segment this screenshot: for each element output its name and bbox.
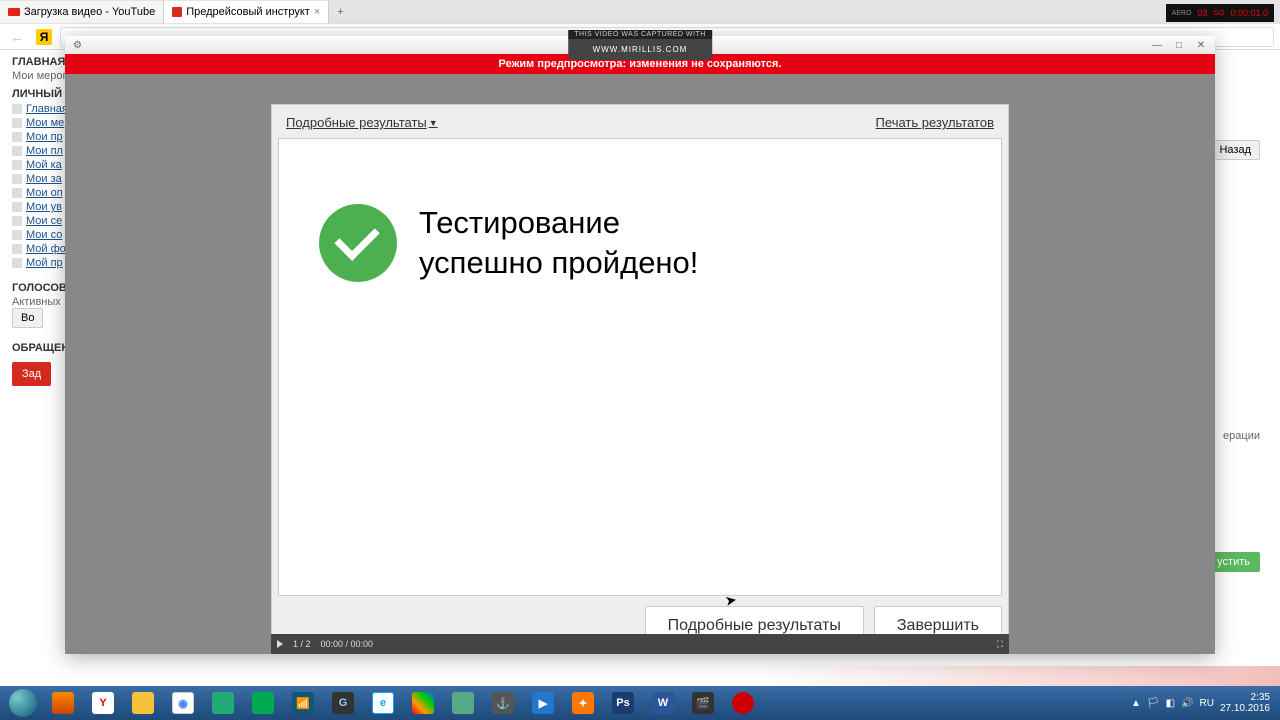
taskbar-app[interactable]: ▶ (524, 689, 562, 717)
panel-header: Подробные результаты ▼ Печать результато… (278, 111, 1002, 138)
taskbar-app[interactable] (404, 689, 442, 717)
launch-button[interactable]: устить (1207, 552, 1260, 572)
tab-label: Предрейсовый инструкт (186, 6, 310, 18)
fullscreen-icon[interactable]: ⛶ (997, 639, 1003, 650)
capture-brand: WWW.MIRILLIS.COM (568, 39, 712, 60)
checkmark-icon (319, 204, 397, 282)
bullet-icon (12, 202, 22, 212)
bullet-icon (12, 230, 22, 240)
rec-time: 0:00:01.0 (1230, 8, 1268, 18)
language-indicator[interactable]: RU (1199, 698, 1213, 709)
bullet-icon (12, 188, 22, 198)
tab-youtube[interactable]: Загрузка видео - YouTube (0, 1, 164, 23)
taskbar-app[interactable]: Ps (604, 689, 642, 717)
system-tray[interactable]: ▲ 🏳 ◧ 🔊 RU 2:35 27.10.2016 (1131, 692, 1276, 714)
taskbar-app[interactable]: 📶 (284, 689, 322, 717)
clock[interactable]: 2:35 27.10.2016 (1220, 692, 1270, 714)
back-arrow-icon[interactable]: ← (6, 29, 28, 45)
youtube-icon (8, 8, 20, 16)
bullet-icon (12, 104, 22, 114)
play-icon[interactable] (277, 640, 283, 648)
slide-position: 1 / 2 (293, 639, 311, 649)
new-tab-button[interactable]: + (329, 6, 351, 18)
capture-text: THIS VIDEO WAS CAPTURED WITH (568, 30, 712, 39)
volume-icon[interactable]: 🔊 (1181, 698, 1193, 709)
bullet-icon (12, 146, 22, 156)
vote-button[interactable]: Во (12, 308, 43, 328)
bullet-icon (12, 160, 22, 170)
taskbar-app[interactable] (244, 689, 282, 717)
taskbar-app[interactable] (444, 689, 482, 717)
taskbar-app[interactable] (124, 689, 162, 717)
close-icon[interactable]: ✕ (1191, 39, 1211, 51)
ops-text: ерации (1223, 430, 1260, 442)
tab-instruction[interactable]: Предрейсовый инструкт × (164, 1, 329, 23)
taskbar-app[interactable]: W (644, 689, 682, 717)
taskbar-app[interactable]: G (324, 689, 362, 717)
taskbar-app[interactable]: 🎬 (684, 689, 722, 717)
tray-icon[interactable]: ◧ (1166, 698, 1175, 709)
recorder-overlay: AERO 03 GO 0:00:01.0 (1166, 4, 1274, 22)
taskbar-app[interactable]: ⚓ (484, 689, 522, 717)
taskbar[interactable]: Y ◉ 📶 G e ⚓ ▶ ✦ Ps W 🎬 ▲ 🏳 ◧ 🔊 RU 2:35 2… (0, 686, 1280, 720)
taskbar-app[interactable]: ✦ (564, 689, 602, 717)
bullet-icon (12, 132, 22, 142)
taskbar-app[interactable] (204, 689, 242, 717)
close-icon[interactable]: × (314, 6, 320, 18)
result-panel: Подробные результаты ▼ Печать результато… (271, 104, 1009, 653)
print-results-link[interactable]: Печать результатов (876, 115, 994, 130)
maximize-icon[interactable]: □ (1169, 39, 1189, 51)
modal-body: Подробные результаты ▼ Печать результато… (65, 74, 1215, 654)
taskbar-app[interactable]: Y (84, 689, 122, 717)
cursor-icon: ➤ (724, 591, 739, 610)
bullet-icon (12, 118, 22, 128)
footer-stripe (0, 666, 1280, 686)
test-result-modal: ⚙ — □ ✕ Режим предпросмотра: изменения н… (65, 36, 1215, 654)
rec-go: GO (1214, 10, 1225, 17)
taskbar-app[interactable] (44, 689, 82, 717)
minimize-icon[interactable]: — (1147, 39, 1167, 51)
browser-tab-strip: Загрузка видео - YouTube Предрейсовый ин… (0, 0, 1280, 24)
time-display: 00:00 / 00:00 (321, 639, 374, 649)
chevron-down-icon: ▼ (429, 118, 438, 128)
details-dropdown[interactable]: Подробные результаты ▼ (286, 115, 438, 130)
rzd-icon (172, 7, 182, 17)
rec-label: AERO (1172, 10, 1192, 17)
taskbar-app[interactable]: e (364, 689, 402, 717)
bullet-icon (12, 244, 22, 254)
tray-expand-icon[interactable]: ▲ (1131, 698, 1141, 709)
media-player-bar[interactable]: 1 / 2 00:00 / 00:00 ⛶ (271, 634, 1009, 654)
tab-label: Загрузка видео - YouTube (24, 6, 155, 18)
capture-watermark: THIS VIDEO WAS CAPTURED WITH WWW.MIRILLI… (568, 30, 712, 60)
taskbar-app[interactable] (724, 689, 762, 717)
appeal-button[interactable]: Зад (12, 362, 51, 386)
back-button[interactable]: Назад (1210, 140, 1260, 160)
rec-fps: 03 (1198, 8, 1208, 18)
bullet-icon (12, 216, 22, 226)
taskbar-app[interactable]: ◉ (164, 689, 202, 717)
right-controls: Назад ерации устить устить Назад (1207, 140, 1260, 686)
yandex-icon[interactable]: Я (36, 29, 52, 45)
bullet-icon (12, 174, 22, 184)
result-message: Тестирование успешно пройдено! (419, 203, 698, 282)
result-content: Тестирование успешно пройдено! (278, 138, 1002, 596)
bullet-icon (12, 258, 22, 268)
start-button[interactable] (4, 688, 42, 718)
flag-icon[interactable]: 🏳 (1147, 698, 1160, 709)
